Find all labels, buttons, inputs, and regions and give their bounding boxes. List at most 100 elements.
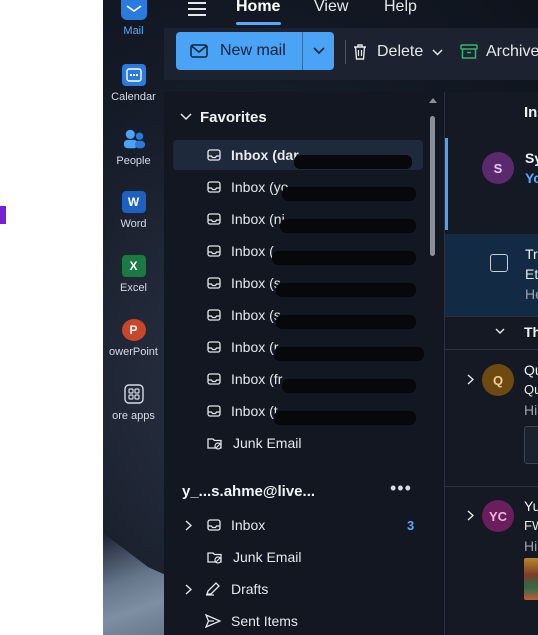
rail-label: Excel	[120, 282, 147, 294]
folder-label: Inbox (t	[231, 403, 278, 419]
archive-icon	[460, 44, 478, 60]
avatar: S	[482, 152, 514, 184]
folder-label: Inbox (r	[231, 339, 279, 355]
inbox-icon	[207, 181, 221, 193]
archive-label: Archive	[486, 43, 538, 60]
sender-name: Qu	[524, 362, 538, 378]
message-group-header[interactable]: Th	[445, 318, 538, 348]
rail-label: People	[116, 155, 151, 167]
folder-label: Junk Email	[233, 549, 302, 565]
avatar: YC	[482, 500, 514, 532]
sender-name: Tre	[525, 246, 538, 262]
redaction-bar	[282, 187, 416, 201]
inbox-icon	[207, 341, 221, 353]
account-drafts[interactable]: Drafts	[173, 574, 423, 604]
junk-folder-icon	[207, 550, 223, 564]
new-mail-label: New mail	[220, 42, 286, 59]
envelope-icon	[190, 44, 208, 58]
folder-label: Drafts	[231, 581, 269, 597]
inbox-icon	[207, 149, 221, 161]
folder-label: Inbox	[231, 517, 266, 533]
rail-label: Calendar	[111, 91, 156, 103]
hamburger-icon[interactable]	[188, 2, 206, 16]
message-subject: Yo	[525, 170, 538, 186]
excel-icon: X	[121, 255, 146, 277]
redaction-bar	[276, 315, 416, 329]
message-item-4[interactable]: YC Yu FW Hi	[445, 488, 538, 635]
favorites-header[interactable]: Favorites	[164, 104, 434, 130]
rail-label: Word	[120, 218, 147, 230]
rail-item-powerpoint[interactable]: P owerPoint	[103, 319, 164, 375]
redaction-bar	[294, 155, 412, 169]
select-checkbox[interactable]	[490, 254, 508, 272]
app-root: Mail Calendar People W Word X Excel P ow…	[0, 0, 538, 635]
tab-home[interactable]: Home	[236, 0, 280, 16]
mail-icon	[120, 0, 147, 20]
list-divider	[445, 316, 538, 317]
message-preview: Hi	[524, 538, 538, 554]
tab-help[interactable]: Help	[384, 0, 417, 16]
inbox-icon	[207, 277, 221, 289]
avatar: Q	[482, 364, 514, 396]
top-menu-bar: Home View Help	[164, 0, 538, 28]
rail-label: ore apps	[112, 410, 155, 422]
folder-label: Inbox (yo	[231, 179, 289, 195]
delete-button[interactable]: Delete	[352, 38, 443, 66]
unread-indicator	[445, 138, 448, 230]
new-mail-button[interactable]: New mail	[176, 32, 302, 70]
calendar-icon	[121, 64, 146, 86]
send-icon	[205, 614, 221, 628]
account-inbox[interactable]: Inbox	[173, 510, 423, 540]
message-subject: Qu	[524, 382, 538, 397]
junk-folder-icon	[207, 436, 223, 450]
folder-label: Inbox (ni	[231, 211, 285, 227]
message-item-1[interactable]: S Sy Yo	[445, 138, 538, 230]
chevron-right-icon	[467, 510, 474, 521]
message-list-header: In	[524, 104, 538, 121]
new-mail-dropdown-button[interactable]	[302, 32, 334, 70]
command-ribbon: New mail Delete Archive	[164, 28, 538, 80]
message-item-2[interactable]: Tre Eth He	[445, 234, 538, 316]
favorite-junk-email[interactable]: Junk Email	[173, 428, 423, 458]
scroll-up-arrow[interactable]	[429, 98, 437, 103]
rail-item-mail[interactable]: Mail	[103, 0, 164, 56]
account-junk-email[interactable]: Junk Email	[173, 542, 423, 572]
list-divider	[445, 349, 538, 350]
rail-item-excel[interactable]: X Excel	[103, 255, 164, 311]
inbox-icon	[207, 245, 221, 257]
attachment-thumbnail[interactable]	[524, 426, 538, 464]
rail-item-calendar[interactable]: Calendar	[103, 64, 164, 120]
rail-item-people[interactable]: People	[103, 128, 164, 184]
active-tab-indicator	[236, 22, 281, 25]
inbox-icon	[207, 213, 221, 225]
powerpoint-icon: P	[121, 319, 146, 341]
word-icon: W	[121, 191, 146, 213]
inbox-icon	[207, 519, 221, 531]
archive-button[interactable]: Archive	[460, 38, 538, 66]
favorites-title: Favorites	[200, 108, 267, 126]
folder-pane-scrollbar[interactable]	[430, 116, 435, 256]
attachment-thumbnail[interactable]	[524, 558, 538, 600]
edge-marker	[0, 206, 6, 224]
folder-label: Junk Email	[233, 435, 302, 451]
redaction-bar	[276, 283, 416, 297]
list-divider	[445, 486, 538, 487]
account-sent-items[interactable]: Sent Items	[173, 606, 423, 635]
rail-item-more-apps[interactable]: ore apps	[103, 383, 164, 439]
chevron-down-icon	[312, 47, 325, 55]
folder-label: Sent Items	[231, 613, 298, 629]
chevron-down-icon	[432, 48, 443, 56]
inbox-icon	[207, 373, 221, 385]
redaction-bar	[280, 219, 416, 233]
chevron-right-icon	[467, 374, 474, 385]
rail-item-word[interactable]: W Word	[103, 191, 164, 247]
tab-view[interactable]: View	[314, 0, 348, 16]
folder-label: Inbox (s	[231, 275, 281, 291]
unread-count-badge: 3	[407, 518, 415, 533]
more-options-icon[interactable]: •••	[390, 478, 412, 499]
chevron-right-icon	[185, 519, 192, 531]
redaction-bar	[272, 251, 416, 265]
chevron-down-icon	[495, 328, 505, 335]
message-item-3[interactable]: Q Qu Qu Hi	[445, 352, 538, 482]
message-preview: Hi	[524, 402, 538, 418]
